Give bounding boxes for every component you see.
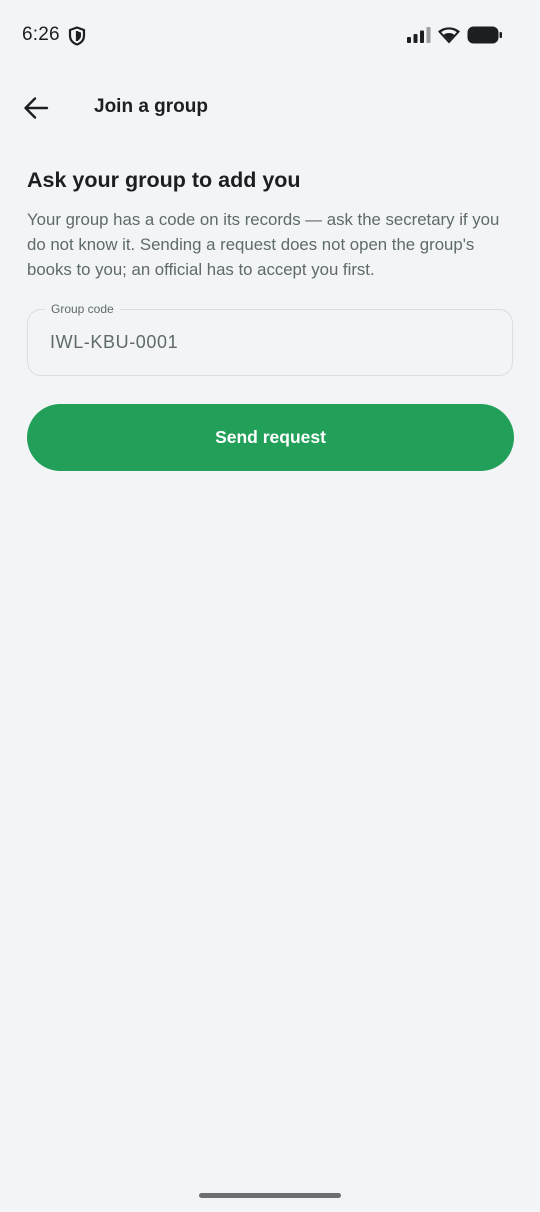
section-description: Your group has a code on its records — a… (27, 210, 500, 279)
section-heading: Ask your group to add you (27, 168, 301, 192)
back-button[interactable] (14, 86, 58, 130)
page-title: Join a group (94, 96, 208, 117)
group-code-field[interactable]: Group code (27, 302, 513, 376)
app-bar: Join a group (0, 80, 540, 136)
home-indicator[interactable] (199, 1193, 341, 1198)
battery-icon (467, 26, 502, 44)
status-time: 6:26 (22, 24, 60, 45)
group-code-input[interactable] (50, 310, 490, 374)
signal-icon (407, 27, 431, 43)
shield-icon (68, 26, 86, 46)
arrow-left-icon (24, 97, 49, 119)
join-group-screen: 6:26 Join a group Ask your group to add … (0, 0, 540, 1212)
send-request-button[interactable]: Send request (27, 404, 514, 471)
status-bar: 6:26 (0, 0, 540, 70)
wifi-icon (438, 27, 460, 44)
